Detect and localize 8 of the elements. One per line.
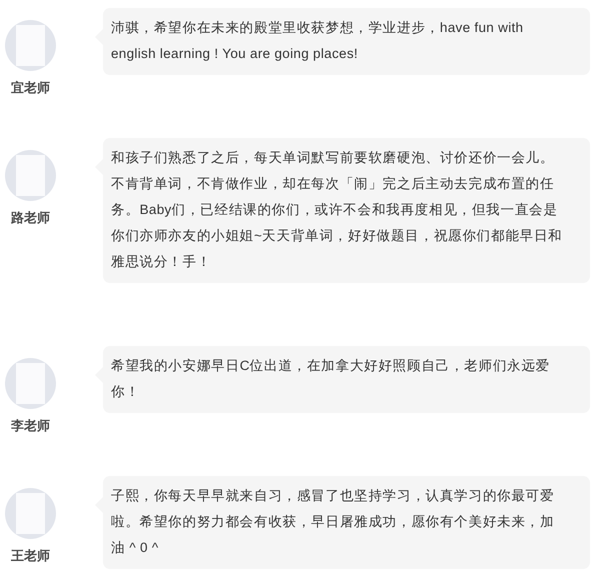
message-bubble: 子熙，你每天早早就来自习，感冒了也坚持学习，认真学习的你最可爱啦。希望你的努力都会有收获，早日屠雅成功，愿你有个美好未来，加油 ^ 0 ^ [103, 476, 590, 569]
message-bubble: 沛骐，希望你在未来的殿堂里收获梦想，学业进步，have fun with english learning ! You are going places! [103, 8, 590, 75]
teacher-name: 李老师 [10, 417, 51, 435]
message-bubble: 希望我的小安娜早日C位出道，在加拿大好好照顾自己，老师们永远爱你！ [103, 346, 590, 413]
teacher-name: 宜老师 [10, 79, 51, 97]
teacher-name: 路老师 [10, 209, 51, 227]
teacher-name: 王老师 [10, 547, 51, 565]
message-bubble: 和孩子们熟悉了之后，每天单词默写前要软磨硬泡、讨价还价一会儿。不肯背单词，不肯做作业，却在每次「闹」完之后主动去完成布置的任务。Baby们，已经结课的你们，或许不会和我再度相见，但我一直会是你们亦师亦友的小姐姐~天天背单词，好好做题目，祝愿你们都能早日和雅思说分！手！ [103, 138, 590, 283]
